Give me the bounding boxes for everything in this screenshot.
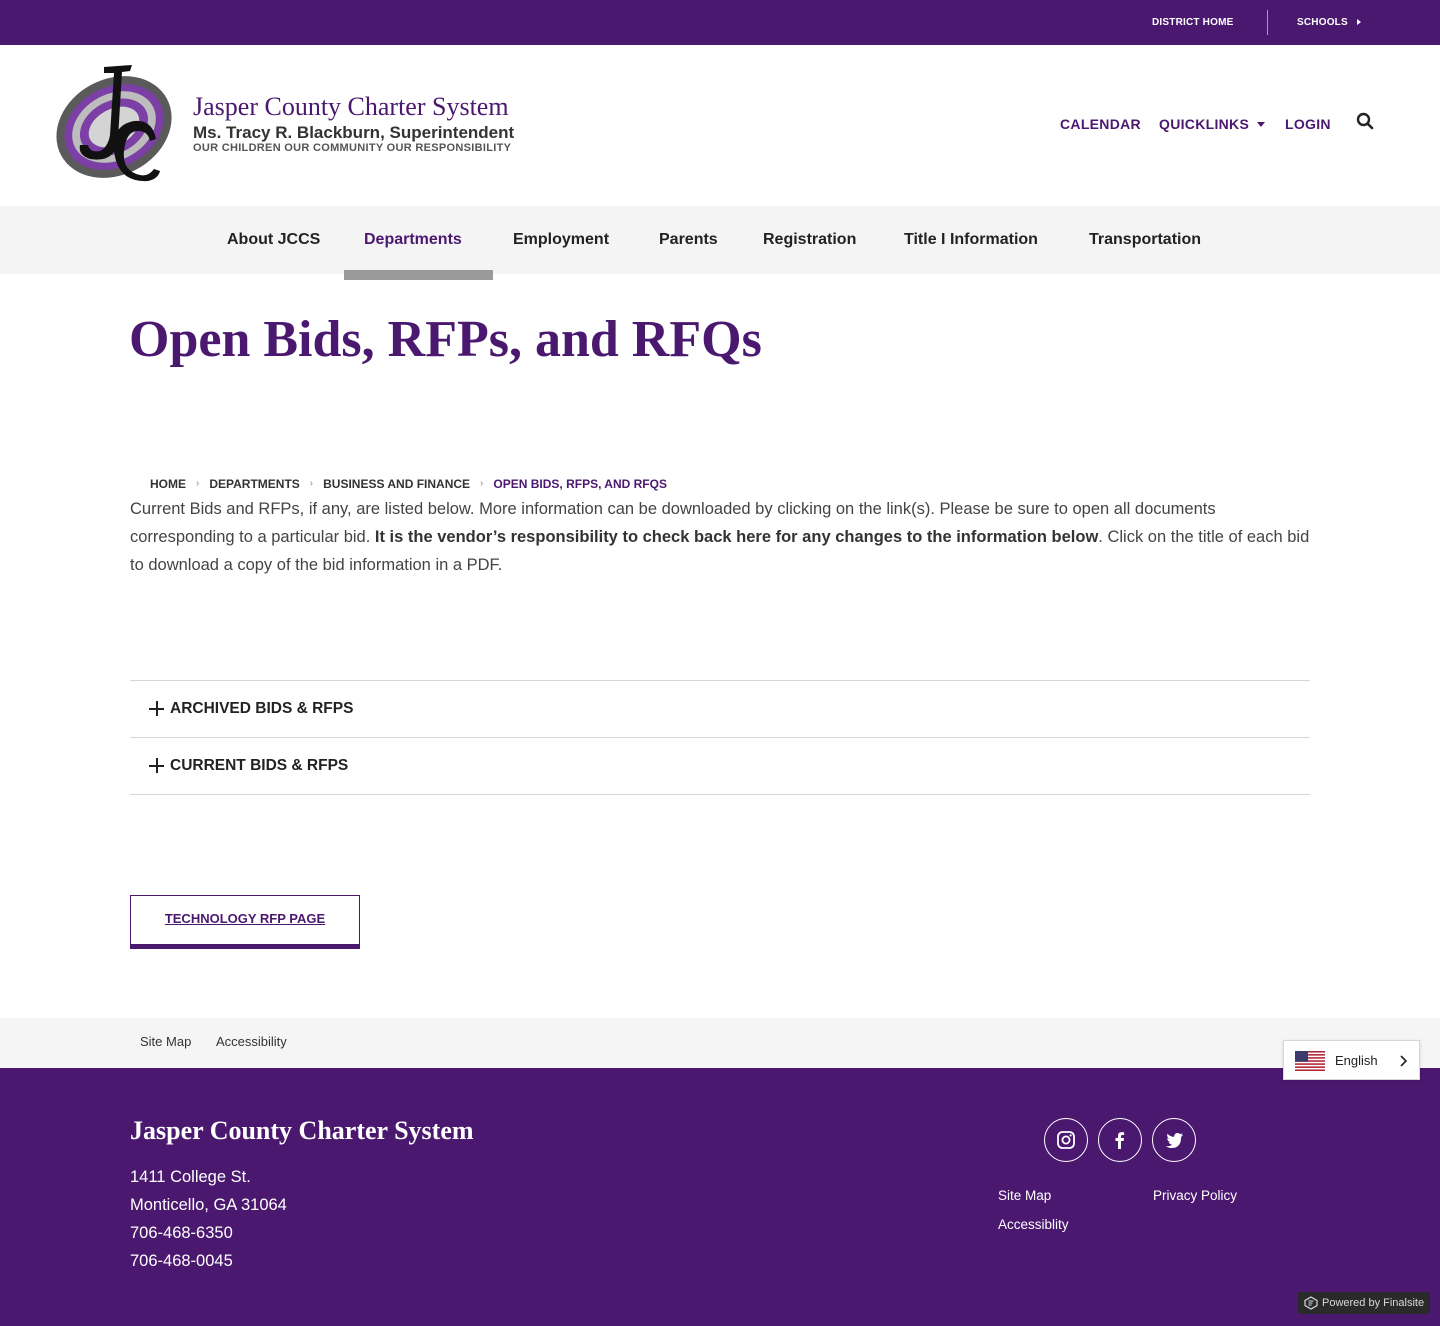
twitter-link[interactable] — [1152, 1118, 1196, 1162]
nav-registration[interactable]: Registration — [763, 206, 856, 274]
site-header: Jasper County Charter System Ms. Tracy R… — [0, 45, 1440, 206]
footer-phone[interactable]: 706-468-6350 — [130, 1224, 233, 1243]
active-nav-indicator — [344, 270, 493, 280]
bids-accordion: ARCHIVED BIDS & RFPS CURRENT BIDS & RFPS — [130, 680, 1310, 795]
footer-address-line1: 1411 College St. — [130, 1168, 251, 1186]
accordion-current-bids[interactable]: CURRENT BIDS & RFPS — [130, 738, 1310, 795]
nav-transportation[interactable]: Transportation — [1089, 206, 1201, 274]
quicklinks-menu[interactable]: QUICKLINKS — [1159, 116, 1266, 132]
caret-right-icon — [1356, 19, 1361, 25]
instagram-link[interactable] — [1044, 1118, 1088, 1162]
language-selector[interactable]: English — [1283, 1040, 1420, 1080]
nav-departments[interactable]: Departments — [364, 206, 462, 274]
schools-label: SCHOOLS — [1297, 17, 1348, 28]
superintendent-name: Ms. Tracy R. Blackburn, Superintendent — [193, 123, 515, 142]
login-link[interactable]: LOGIN — [1285, 116, 1331, 132]
twitter-icon — [1165, 1133, 1183, 1148]
footer-accessibility-link[interactable]: Accessiblity — [998, 1217, 1069, 1232]
intro-text-bold: It is the vendor’s responsibility to che… — [374, 528, 1099, 546]
plus-icon — [149, 758, 164, 773]
nav-title-i-information[interactable]: Title I Information — [904, 206, 1038, 274]
footer-privacy-policy-link[interactable]: Privacy Policy — [1153, 1188, 1237, 1203]
schools-menu[interactable]: SCHOOLS — [1297, 0, 1361, 45]
sub-footer: Site Map Accessibility — [0, 1018, 1440, 1068]
nav-about-jccs[interactable]: About JCCS — [227, 206, 320, 274]
nav-parents[interactable]: Parents — [659, 206, 718, 274]
search-icon — [1356, 112, 1374, 130]
accordion-archived-bids[interactable]: ARCHIVED BIDS & RFPS — [130, 681, 1310, 738]
chevron-down-icon — [1257, 122, 1266, 127]
site-title[interactable]: Jasper County Charter System — [193, 92, 509, 122]
tagline: OUR CHILDREN OUR COMMUNITY OUR RESPONSIB… — [193, 142, 512, 154]
instagram-icon — [1057, 1131, 1075, 1149]
district-logo[interactable] — [48, 59, 180, 191]
finalsite-icon — [1304, 1296, 1318, 1310]
page-title: Open Bids, RFPs, and RFQs — [129, 311, 762, 368]
intro-text: Current Bids and RFPs, if any, are liste… — [130, 495, 1312, 579]
footer-title: Jasper County Charter System — [130, 1116, 474, 1145]
chevron-right-icon: › — [480, 478, 484, 490]
district-home-link[interactable]: DISTRICT HOME — [1152, 0, 1234, 45]
quicklinks-label: QUICKLINKS — [1159, 116, 1250, 132]
chevron-right-icon: › — [309, 478, 314, 490]
accordion-label: CURRENT BIDS & RFPS — [170, 757, 349, 774]
accordion-label: ARCHIVED BIDS & RFPS — [170, 700, 354, 717]
footer-fax: 706-468-0045 — [130, 1252, 233, 1270]
powered-by-label: Powered by Finalsite — [1322, 1297, 1425, 1309]
calendar-link[interactable]: CALENDAR — [1060, 116, 1141, 132]
facebook-icon — [1115, 1132, 1125, 1149]
nav-employment[interactable]: Employment — [513, 206, 609, 274]
chevron-right-icon: › — [196, 478, 200, 490]
plus-icon — [149, 701, 164, 716]
technology-rfp-page-button[interactable]: TECHNOLOGY RFP PAGE — [130, 895, 360, 949]
powered-by-finalsite-badge[interactable]: Powered by Finalsite — [1298, 1292, 1430, 1314]
us-flag-icon — [1295, 1051, 1325, 1071]
site-footer: Jasper County Charter System 1411 Colleg… — [0, 1068, 1440, 1326]
search-button[interactable] — [1352, 109, 1378, 135]
breadcrumb-business-and-finance[interactable]: BUSINESS AND FINANCE — [323, 477, 470, 491]
subfooter-site-map-link[interactable]: Site Map — [140, 1018, 191, 1068]
breadcrumb-current: OPEN BIDS, RFPS, AND RFQS — [493, 476, 667, 491]
subfooter-accessibility-link[interactable]: Accessibility — [216, 1018, 287, 1068]
chevron-right-icon — [1400, 1055, 1408, 1067]
facebook-link[interactable] — [1098, 1118, 1142, 1162]
breadcrumb-departments[interactable]: DEPARTMENTS — [209, 477, 299, 491]
language-label: English — [1335, 1053, 1378, 1068]
topbar-divider — [1267, 10, 1268, 35]
breadcrumb: HOME › DEPARTMENTS › BUSINESS AND FINANCE › OP… — [150, 476, 667, 491]
top-utility-bar: DISTRICT HOME SCHOOLS — [0, 0, 1440, 45]
breadcrumb-home[interactable]: HOME — [150, 477, 186, 491]
footer-address-line2: Monticello, GA 31064 — [130, 1196, 287, 1214]
footer-site-map-link[interactable]: Site Map — [998, 1188, 1051, 1203]
main-navigation: About JCCS Departments Employment Parent… — [0, 206, 1440, 274]
